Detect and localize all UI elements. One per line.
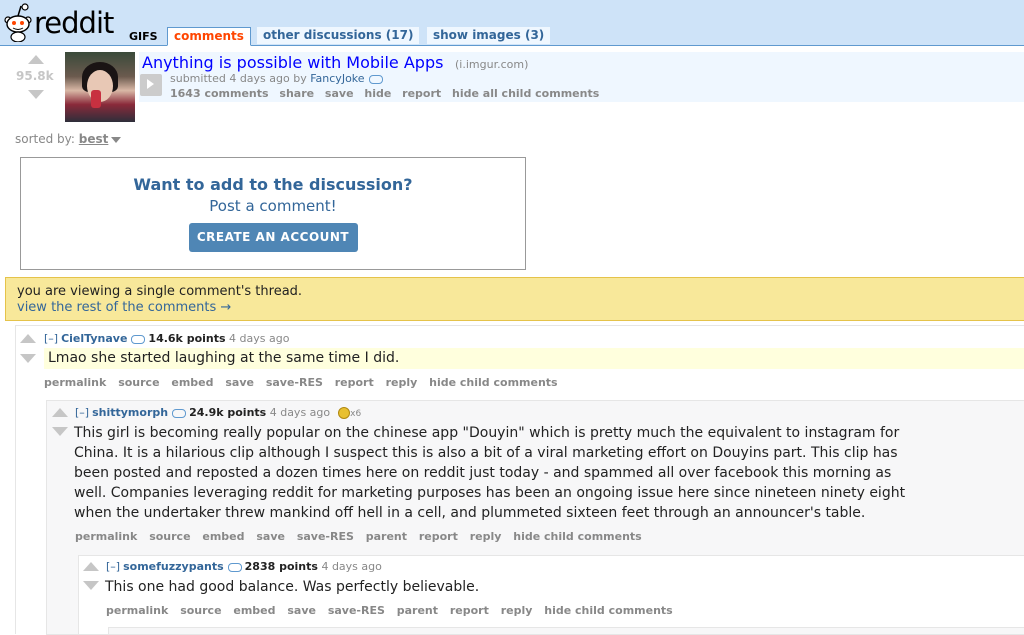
gold-award-icon[interactable] <box>338 407 351 419</box>
parent-button[interactable]: parent <box>366 530 407 543</box>
embed-button[interactable]: embed <box>202 530 244 543</box>
tab-show-images[interactable]: show images (3) <box>427 27 551 44</box>
report-button[interactable]: report <box>402 87 441 100</box>
collapse-toggle[interactable]: [–] <box>44 332 58 345</box>
source-button[interactable]: source <box>180 604 221 617</box>
sort-value[interactable]: best <box>79 132 109 146</box>
single-thread-notice: you are viewing a single comment's threa… <box>5 277 1024 321</box>
notice-text: you are viewing a single comment's threa… <box>17 284 303 299</box>
tab-other-discussions[interactable]: other discussions (17) <box>257 27 420 44</box>
save-res-button[interactable]: save-RES <box>297 530 354 543</box>
collapse-toggle[interactable]: [–] <box>75 406 89 419</box>
source-button[interactable]: source <box>149 530 190 543</box>
comment-author[interactable]: CielTynave <box>61 332 127 345</box>
share-button[interactable]: share <box>279 87 314 100</box>
upvote-arrow-icon[interactable] <box>20 334 36 343</box>
comment-points: 14.6k points <box>148 332 226 345</box>
permalink-button[interactable]: permalink <box>44 376 106 389</box>
comment-points: 2838 points <box>244 560 318 573</box>
reddit-alien-icon[interactable] <box>3 2 33 42</box>
report-button[interactable]: report <box>335 376 374 389</box>
hide-child-comments-button[interactable]: hide child comments <box>429 376 557 389</box>
post-title[interactable]: Anything is possible with Mobile Apps <box>142 53 443 72</box>
comment-body: Lmao she started laughing at the same ti… <box>44 348 1024 369</box>
post-thumbnail[interactable] <box>65 52 135 122</box>
view-rest-link[interactable]: view the rest of the comments → <box>17 300 231 315</box>
comments-button[interactable]: 1643 comments <box>170 87 269 100</box>
comment-body: This one had good balance. Was perfectly… <box>105 579 480 595</box>
post-upvote-icon[interactable] <box>28 55 44 64</box>
comment-buttons: permalink source embed save save-RES par… <box>75 530 650 543</box>
reddit-wordmark[interactable]: reddit <box>34 6 114 40</box>
parent-button[interactable]: parent <box>397 604 438 617</box>
chevron-down-icon[interactable] <box>111 136 122 143</box>
post-buttons: 1643 comments share save hide report hid… <box>170 87 606 100</box>
downvote-arrow-icon[interactable] <box>20 354 36 363</box>
comment-age: 4 days ago <box>229 332 290 345</box>
tab-comments[interactable]: comments <box>167 27 251 46</box>
comment-age: 4 days ago <box>269 406 331 419</box>
post-domain[interactable]: (i.imgur.com) <box>455 58 528 71</box>
comment-buttons: permalink source embed save save-RES rep… <box>44 376 566 389</box>
downvote-arrow-icon[interactable] <box>83 581 99 590</box>
discussion-prompt: Post a comment! <box>209 197 337 215</box>
report-button[interactable]: report <box>419 530 458 543</box>
gilded-count: x6 <box>350 409 362 419</box>
user-tag-icon[interactable] <box>227 562 242 572</box>
sort-label: sorted by: <box>15 132 75 146</box>
save-res-button[interactable]: save-RES <box>266 376 323 389</box>
post-author[interactable]: FancyJoke <box>310 72 364 85</box>
reply-button[interactable]: reply <box>470 530 502 543</box>
report-button[interactable]: report <box>450 604 489 617</box>
user-tag-icon[interactable] <box>131 334 146 344</box>
downvote-arrow-icon[interactable] <box>52 427 68 436</box>
save-button[interactable]: save <box>325 87 354 100</box>
post-downvote-icon[interactable] <box>28 90 44 99</box>
submitted-text: submitted 4 days ago by <box>170 72 307 85</box>
hide-child-comments-button[interactable]: hide child comments <box>544 604 672 617</box>
discussion-question: Want to add to the discussion? <box>133 175 413 194</box>
reply-button[interactable]: reply <box>386 376 418 389</box>
save-button[interactable]: save <box>225 376 254 389</box>
embed-button[interactable]: embed <box>233 604 275 617</box>
comment-tagline: [–] somefuzzypants 2838 points 4 days ago <box>106 560 382 573</box>
collapse-toggle[interactable]: [–] <box>106 560 120 573</box>
discussion-prompt-box: Want to add to the discussion? Post a co… <box>20 157 526 270</box>
hide-all-child-comments-button[interactable]: hide all child comments <box>452 87 599 100</box>
post-score: 95.8k <box>16 69 54 83</box>
hide-child-comments-button[interactable]: hide child comments <box>513 530 641 543</box>
comment-points: 24.9k points <box>189 406 267 419</box>
create-account-button[interactable]: CREATE AN ACCOUNT <box>188 223 358 252</box>
permalink-button[interactable]: permalink <box>75 530 137 543</box>
upvote-arrow-icon[interactable] <box>83 562 99 571</box>
comment-tagline: [–] shittymorph 24.9k points 4 days ago x6 <box>75 406 361 419</box>
play-icon[interactable] <box>140 74 162 96</box>
permalink-button[interactable]: permalink <box>106 604 168 617</box>
upvote-arrow-icon[interactable] <box>52 408 68 417</box>
comment-buttons: permalink source embed save save-RES par… <box>106 604 681 617</box>
sort-menu: sorted by: best <box>15 132 122 146</box>
source-button[interactable]: source <box>118 376 159 389</box>
post-tagline: submitted 4 days ago by FancyJoke <box>170 72 383 85</box>
save-button[interactable]: save <box>256 530 285 543</box>
comment-author[interactable]: shittymorph <box>92 406 168 419</box>
comment-author[interactable]: somefuzzypants <box>123 560 224 573</box>
subreddit-name[interactable]: GIFS <box>129 30 158 43</box>
user-tag-icon[interactable] <box>368 74 383 84</box>
comment-tagline: [–] CielTynave 14.6k points 4 days ago <box>44 332 289 345</box>
reply-button[interactable]: reply <box>501 604 533 617</box>
user-tag-icon[interactable] <box>172 408 187 418</box>
post-entry: Anything is possible with Mobile Apps (i… <box>139 52 1024 102</box>
embed-button[interactable]: embed <box>171 376 213 389</box>
hide-button[interactable]: hide <box>364 87 391 100</box>
save-res-button[interactable]: save-RES <box>328 604 385 617</box>
comment-age: 4 days ago <box>321 560 382 573</box>
comment-body: This girl is becoming really popular on … <box>74 425 906 521</box>
save-button[interactable]: save <box>287 604 316 617</box>
site-header: reddit GIFS comments other discussions (… <box>0 0 1024 46</box>
